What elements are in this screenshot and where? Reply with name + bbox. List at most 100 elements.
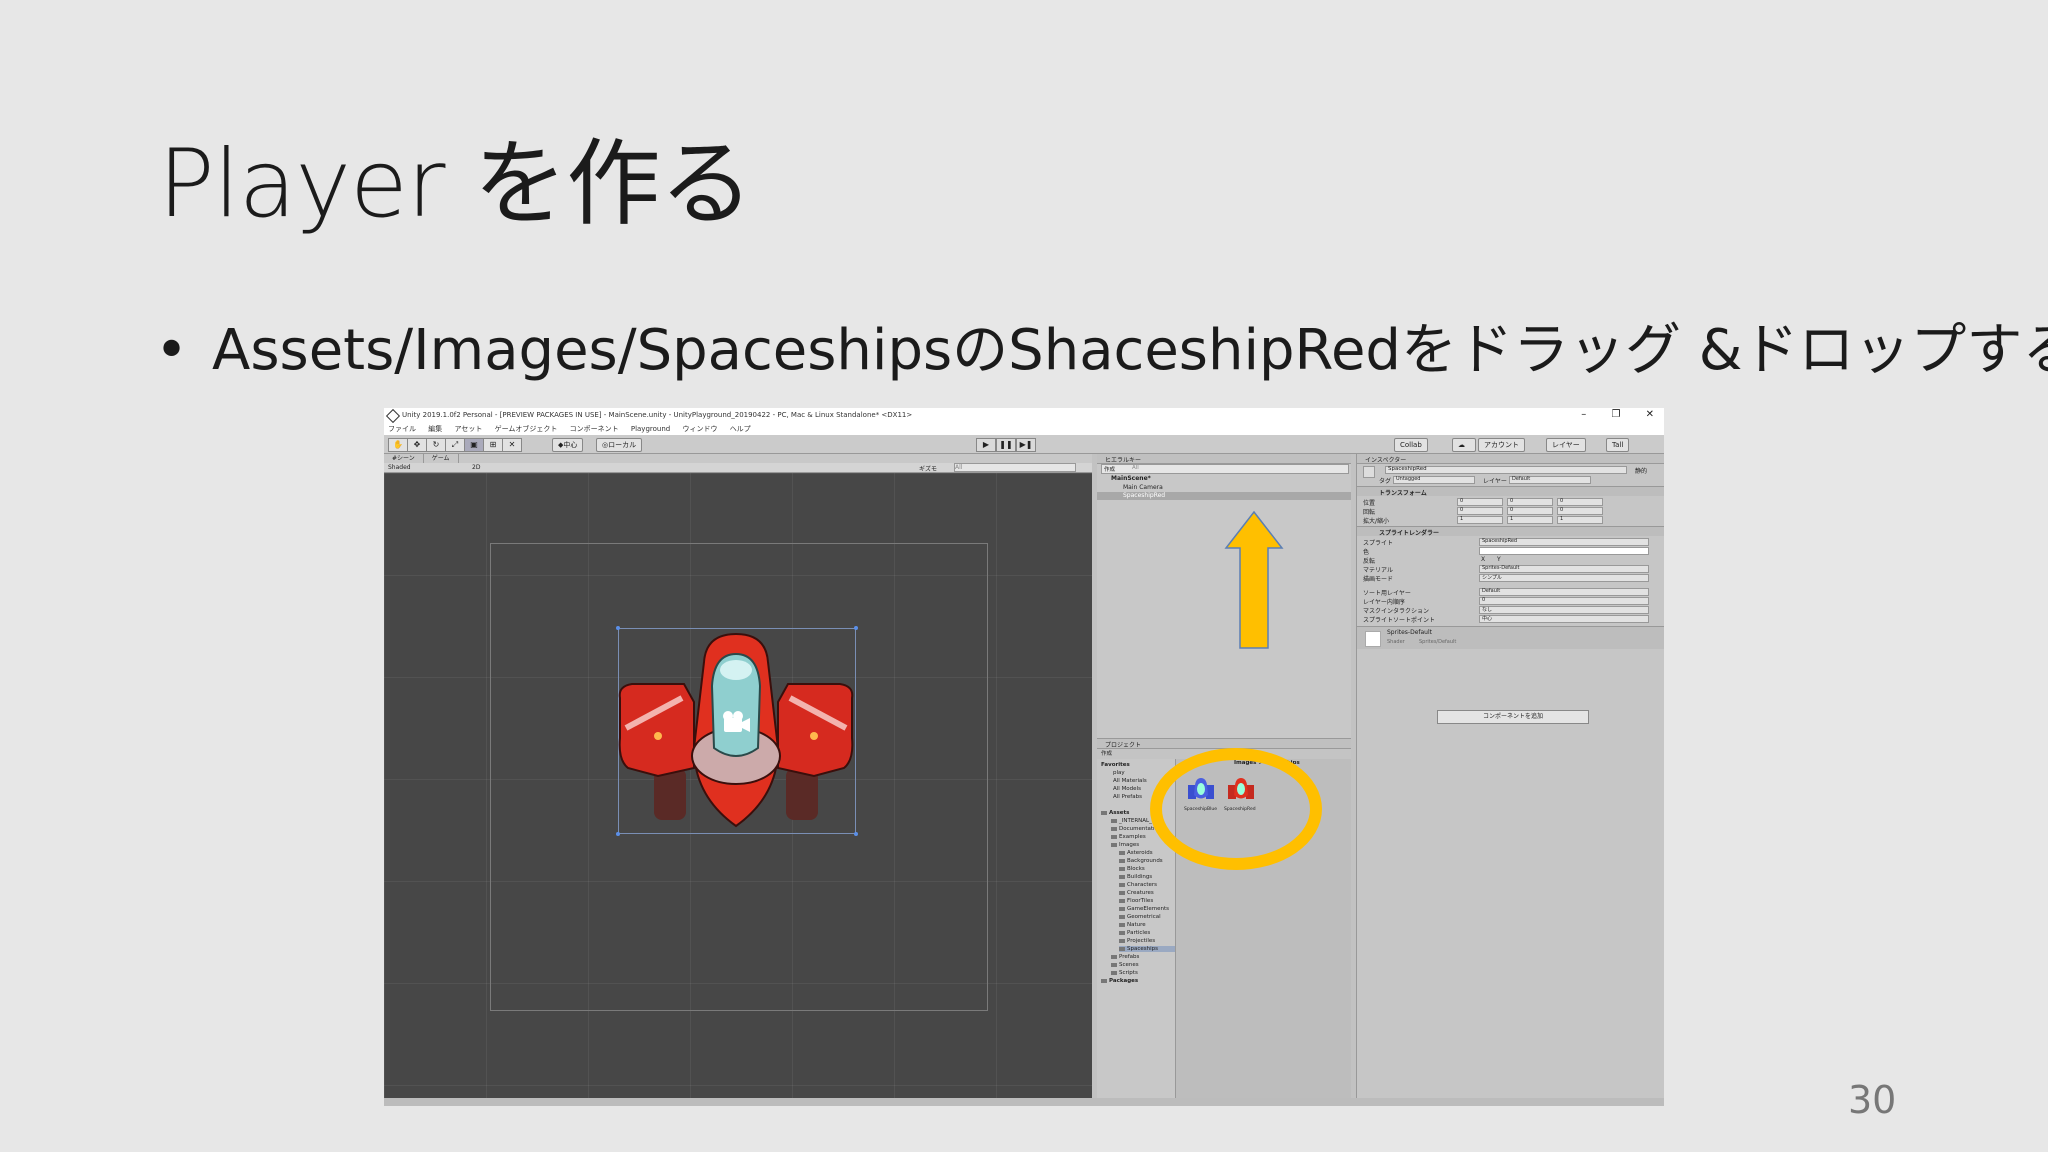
resize-handle-bl[interactable] bbox=[616, 832, 620, 836]
folder-item-selected[interactable]: Spaceships bbox=[1119, 946, 1175, 952]
mask-interaction-dropdown[interactable]: なし bbox=[1479, 606, 1649, 614]
folder-item[interactable]: Buildings bbox=[1119, 874, 1152, 880]
menu-window[interactable]: ウィンドウ bbox=[682, 423, 717, 435]
rotation-z-field[interactable]: 0 bbox=[1557, 507, 1603, 515]
menu-playground[interactable]: Playground bbox=[631, 423, 670, 435]
menu-file[interactable]: ファイル bbox=[388, 423, 416, 435]
pivot-toggle[interactable]: ◆中心 bbox=[552, 438, 584, 452]
shading-mode-dropdown[interactable]: Shaded bbox=[388, 464, 411, 471]
gizmos-dropdown[interactable]: ギズモ bbox=[919, 464, 937, 473]
account-dropdown[interactable]: アカウント bbox=[1478, 438, 1525, 452]
layout-dropdown[interactable]: Tall bbox=[1606, 438, 1630, 452]
folder-item[interactable]: Images bbox=[1111, 842, 1139, 848]
step-button-icon[interactable]: ▶❚ bbox=[1016, 438, 1036, 452]
menu-edit[interactable]: 編集 bbox=[428, 423, 442, 435]
hierarchy-create-button[interactable]: 作成 bbox=[1104, 465, 1115, 473]
shader-value[interactable]: Sprites/Default bbox=[1419, 639, 1456, 645]
favorites-header[interactable]: Favorites bbox=[1101, 762, 1130, 768]
rotation-y-field[interactable]: 0 bbox=[1507, 507, 1553, 515]
position-y-field[interactable]: 0 bbox=[1507, 498, 1553, 506]
spaceship-red-sprite[interactable] bbox=[618, 628, 854, 832]
folder-item[interactable]: Examples bbox=[1111, 834, 1146, 840]
menu-help[interactable]: ヘルプ bbox=[730, 423, 751, 435]
folder-item[interactable]: Scenes bbox=[1111, 962, 1139, 968]
hierarchy-item[interactable]: Main Camera bbox=[1123, 484, 1163, 491]
folder-item[interactable]: Projectiles bbox=[1119, 938, 1155, 944]
hierarchy-tab[interactable]: ヒエラルキー bbox=[1097, 454, 1351, 464]
move-tool-icon[interactable]: ✥ bbox=[407, 438, 427, 452]
folder-item[interactable]: FloorTiles bbox=[1119, 898, 1153, 904]
menu-component[interactable]: コンポーネント bbox=[570, 423, 619, 435]
folder-item[interactable]: _INTERNAL_ bbox=[1111, 818, 1152, 824]
bottom-scrollbar[interactable] bbox=[384, 1098, 1664, 1106]
sprite-field[interactable]: SpaceshipRed bbox=[1479, 538, 1649, 546]
folder-item[interactable]: Characters bbox=[1119, 882, 1157, 888]
object-name-field[interactable]: SpaceshipRed bbox=[1385, 466, 1627, 474]
layers-dropdown[interactable]: レイヤー bbox=[1546, 438, 1586, 452]
rotation-x-field[interactable]: 0 bbox=[1457, 507, 1503, 515]
inspector-tab[interactable]: インスペクター bbox=[1357, 454, 1664, 464]
close-button[interactable]: ✕ bbox=[1646, 409, 1654, 420]
folder-item[interactable]: Blocks bbox=[1119, 866, 1145, 872]
local-toggle[interactable]: ◎ローカル bbox=[596, 438, 643, 452]
position-x-field[interactable]: 0 bbox=[1457, 498, 1503, 506]
scale-x-field[interactable]: 1 bbox=[1457, 516, 1503, 524]
cloud-icon[interactable]: ☁ bbox=[1452, 438, 1476, 452]
2d-toggle[interactable]: 2D bbox=[472, 464, 480, 471]
project-create-button[interactable]: 作成 bbox=[1101, 749, 1112, 757]
packages-header[interactable]: Packages bbox=[1101, 978, 1138, 984]
scale-tool-icon[interactable]: ⤢ bbox=[445, 438, 465, 452]
rect-tool-icon[interactable]: ▣ bbox=[464, 438, 484, 452]
custom-tool-icon[interactable]: ✕ bbox=[502, 438, 522, 452]
hierarchy-item-selected[interactable]: SpaceshipRed bbox=[1123, 492, 1165, 499]
color-field[interactable] bbox=[1479, 547, 1649, 555]
folder-item[interactable]: Particles bbox=[1119, 930, 1150, 936]
pause-button-icon[interactable]: ❚❚ bbox=[996, 438, 1016, 452]
tab-scene[interactable]: #シーン bbox=[384, 454, 424, 463]
scene-view[interactable] bbox=[384, 473, 1092, 1106]
sorting-layer-dropdown[interactable]: Default bbox=[1479, 588, 1649, 596]
transform-header[interactable]: トランスフォーム bbox=[1357, 486, 1664, 497]
restore-button[interactable]: ❐ bbox=[1611, 409, 1620, 420]
favorite-item[interactable]: All Models bbox=[1113, 786, 1141, 792]
hierarchy-scene-row[interactable]: MainScene* bbox=[1111, 475, 1151, 482]
rotate-tool-icon[interactable]: ↻ bbox=[426, 438, 446, 452]
tab-game[interactable]: ゲーム bbox=[424, 454, 459, 463]
order-in-layer-field[interactable]: 0 bbox=[1479, 597, 1649, 605]
resize-handle-br[interactable] bbox=[854, 832, 858, 836]
assets-header[interactable]: Assets bbox=[1101, 810, 1129, 816]
draw-mode-dropdown[interactable]: シンプル bbox=[1479, 574, 1649, 582]
collab-dropdown[interactable]: Collab bbox=[1394, 438, 1428, 452]
tag-dropdown[interactable]: Untagged bbox=[1393, 476, 1475, 484]
folder-item[interactable]: Creatures bbox=[1119, 890, 1154, 896]
folder-item[interactable]: Scripts bbox=[1111, 970, 1138, 976]
material-field[interactable]: Sprites-Default bbox=[1479, 565, 1649, 573]
folder-item[interactable]: Nature bbox=[1119, 922, 1146, 928]
folder-item[interactable]: GameElements bbox=[1119, 906, 1169, 912]
scale-y-field[interactable]: 1 bbox=[1507, 516, 1553, 524]
material-asset-section[interactable]: Sprites-Default Shader Sprites/Default bbox=[1357, 626, 1664, 649]
folder-item[interactable]: Geometrical bbox=[1119, 914, 1161, 920]
folder-item[interactable]: Prefabs bbox=[1111, 954, 1139, 960]
minimize-button[interactable]: – bbox=[1581, 409, 1586, 420]
play-button-icon[interactable]: ▶ bbox=[976, 438, 996, 452]
layer-dropdown[interactable]: Default bbox=[1509, 476, 1591, 484]
hierarchy-search-input[interactable]: 作成 All bbox=[1101, 464, 1349, 474]
scale-z-field[interactable]: 1 bbox=[1557, 516, 1603, 524]
menu-assets[interactable]: アセット bbox=[454, 423, 482, 435]
flip-y-checkbox[interactable]: Y bbox=[1497, 556, 1501, 563]
favorite-item[interactable]: play bbox=[1113, 770, 1125, 776]
static-checkbox[interactable]: 静的 bbox=[1635, 466, 1647, 475]
add-component-button[interactable]: コンポーネントを追加 bbox=[1437, 710, 1589, 724]
transform-tool-icon[interactable]: ⊞ bbox=[483, 438, 503, 452]
position-z-field[interactable]: 0 bbox=[1557, 498, 1603, 506]
favorite-item[interactable]: All Prefabs bbox=[1113, 794, 1142, 800]
flip-x-checkbox[interactable]: X bbox=[1481, 556, 1485, 563]
resize-handle-tr[interactable] bbox=[854, 626, 858, 630]
favorite-item[interactable]: All Materials bbox=[1113, 778, 1147, 784]
scene-search-input[interactable]: All bbox=[954, 463, 1076, 472]
menu-gameobject[interactable]: ゲームオブジェクト bbox=[495, 423, 558, 435]
hand-tool-icon[interactable]: ✋ bbox=[388, 438, 408, 452]
sort-point-dropdown[interactable]: 中心 bbox=[1479, 615, 1649, 623]
sprite-renderer-header[interactable]: スプライトレンダラー bbox=[1357, 526, 1664, 537]
